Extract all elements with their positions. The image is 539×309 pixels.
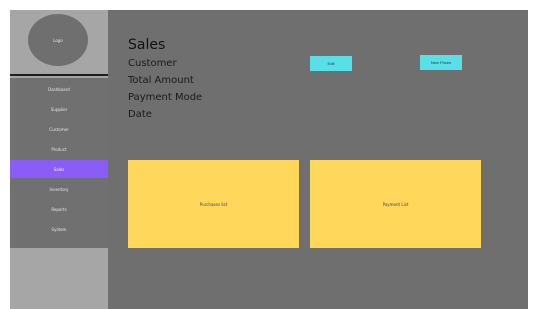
field-customer-label: Customer	[128, 58, 177, 69]
sidebar-item-label: System	[51, 226, 67, 232]
logo-label: Logo	[53, 37, 63, 43]
sidebar-item-label: Customer	[49, 126, 69, 132]
purchases-list-label: Purchases list	[199, 201, 228, 207]
sidebar-item-label: Product	[51, 146, 67, 152]
edit-button[interactable]: Edit	[310, 56, 352, 71]
field-payment-mode-label: Payment Mode	[128, 92, 203, 103]
purchases-list-panel: Purchases list	[128, 160, 299, 248]
payment-list-panel: Payment List	[310, 160, 481, 248]
sidebar-item-label: Supplier	[50, 106, 68, 112]
sidebar-item-supplier[interactable]: Supplier	[10, 100, 108, 118]
sidebar-item-label: Reports	[51, 206, 67, 212]
sidebar-item-inventory[interactable]: Inventory	[10, 180, 108, 198]
sidebar-nav: Dashboard Supplier Customer Product Sale…	[10, 78, 108, 248]
sidebar-item-product[interactable]: Product	[10, 140, 108, 158]
sidebar-item-reports[interactable]: Reports	[10, 200, 108, 218]
sidebar: Logo Dashboard Supplier Customer Product…	[10, 10, 108, 309]
sidebar-item-dashboard[interactable]: Dashboard	[10, 80, 108, 98]
field-date-label: Date	[128, 109, 152, 120]
payment-list-label: Payment List	[382, 201, 409, 207]
sidebar-item-customer[interactable]: Customer	[10, 120, 108, 138]
sidebar-item-label: Sales	[53, 166, 65, 172]
new-prices-button[interactable]: New Prices	[420, 55, 462, 70]
field-total-amount-label: Total Amount	[128, 75, 194, 86]
logo: Logo	[28, 14, 88, 66]
sidebar-item-label: Dashboard	[48, 86, 70, 92]
sidebar-item-sales[interactable]: Sales	[10, 160, 108, 178]
page-title: Sales	[128, 37, 166, 53]
sidebar-item-label: Inventory	[49, 186, 69, 192]
sidebar-item-system[interactable]: System	[10, 220, 108, 238]
sidebar-divider	[10, 74, 108, 76]
